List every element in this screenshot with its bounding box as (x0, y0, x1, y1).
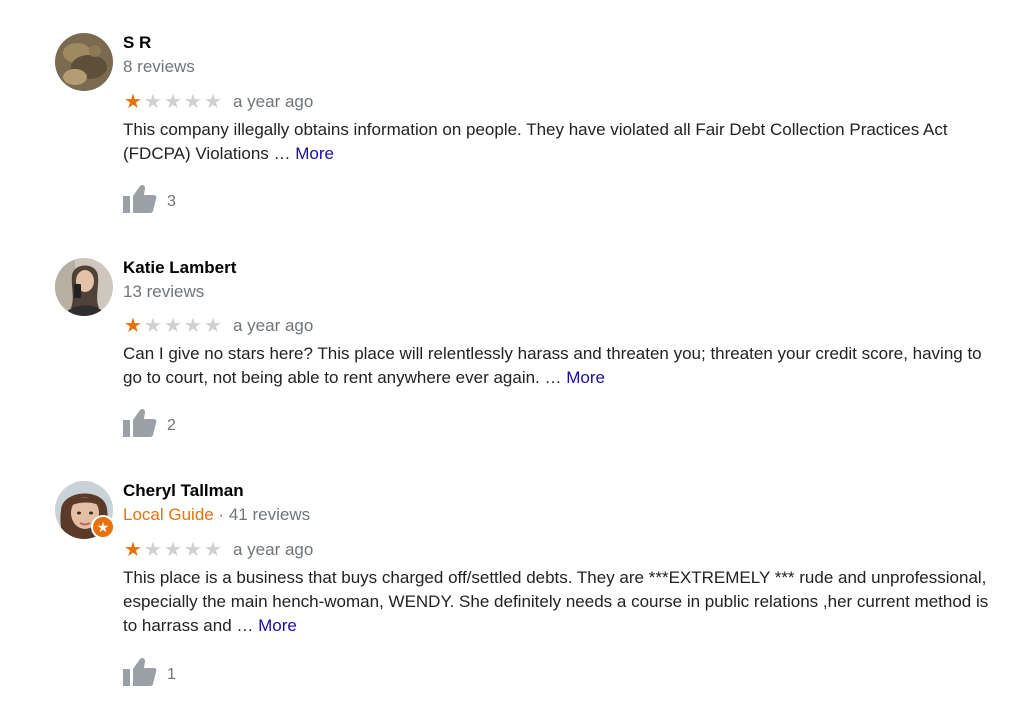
reviewer-meta: 8 reviews (123, 57, 195, 77)
review-body: This company illegally obtains informati… (123, 120, 948, 163)
meta-separator: · (213, 505, 229, 524)
more-link[interactable]: More (258, 616, 297, 635)
user-photo-icon (55, 258, 113, 316)
review-count[interactable]: 13 reviews (123, 282, 204, 301)
star-rating: ★ ★ ★ ★ ★ (123, 316, 223, 336)
star-icon: ★ (164, 315, 182, 337)
star-icon: ★ (164, 91, 182, 113)
star-icon: ★ (204, 91, 222, 113)
reviewer-name[interactable]: Cheryl Tallman (123, 481, 244, 501)
star-icon: ★ (164, 539, 182, 561)
star-icon: ★ (184, 539, 202, 561)
review-time: a year ago (233, 92, 314, 111)
thumbs-up-icon[interactable] (123, 408, 157, 443)
review-count[interactable]: 41 reviews (229, 505, 310, 524)
review-time: a year ago (233, 316, 314, 335)
thumbs-up-icon[interactable] (123, 184, 157, 219)
like-row: 3 (123, 184, 176, 219)
review-text: This place is a business that buys charg… (123, 566, 1003, 638)
avatar[interactable] (55, 258, 113, 316)
star-icon: ★ (144, 91, 162, 113)
reviewer-name[interactable]: S R (123, 33, 151, 53)
star-icon: ★ (204, 539, 222, 561)
review-body: Can I give no stars here? This place wil… (123, 344, 982, 387)
star-icon: ★ (124, 91, 142, 113)
review-time: a year ago (233, 540, 314, 559)
like-count: 1 (167, 665, 176, 683)
like-row: 1 (123, 657, 176, 692)
star-icon: ★ (124, 315, 142, 337)
rating-row: ★ ★ ★ ★ ★ a year ago (123, 92, 313, 112)
star-icon: ★ (184, 91, 202, 113)
more-link[interactable]: More (566, 368, 605, 387)
review-text: This company illegally obtains informati… (123, 118, 1003, 166)
more-link[interactable]: More (295, 144, 334, 163)
like-count: 3 (167, 192, 176, 210)
like-count: 2 (167, 416, 176, 434)
rating-row: ★ ★ ★ ★ ★ a year ago (123, 540, 313, 560)
review-count[interactable]: 8 reviews (123, 57, 195, 76)
like-row: 2 (123, 408, 176, 443)
star-icon: ★ (124, 539, 142, 561)
reviewer-meta: 13 reviews (123, 282, 204, 302)
review-body: This place is a business that buys charg… (123, 568, 989, 635)
local-guide-label[interactable]: Local Guide (123, 505, 214, 524)
avatar[interactable] (55, 33, 113, 91)
star-icon: ★ (144, 539, 162, 561)
reviewer-name[interactable]: Katie Lambert (123, 258, 236, 278)
rating-row: ★ ★ ★ ★ ★ a year ago (123, 316, 313, 336)
star-icon: ★ (184, 315, 202, 337)
reviewer-meta: Local Guide · 41 reviews (123, 505, 310, 525)
star-rating: ★ ★ ★ ★ ★ (123, 92, 223, 112)
star-rating: ★ ★ ★ ★ ★ (123, 540, 223, 560)
user-photo-icon (55, 33, 113, 91)
thumbs-up-icon[interactable] (123, 657, 157, 692)
review-text: Can I give no stars here? This place wil… (123, 342, 1003, 390)
star-icon: ★ (144, 315, 162, 337)
star-icon: ★ (204, 315, 222, 337)
local-guide-badge-icon: ★ (91, 515, 115, 539)
